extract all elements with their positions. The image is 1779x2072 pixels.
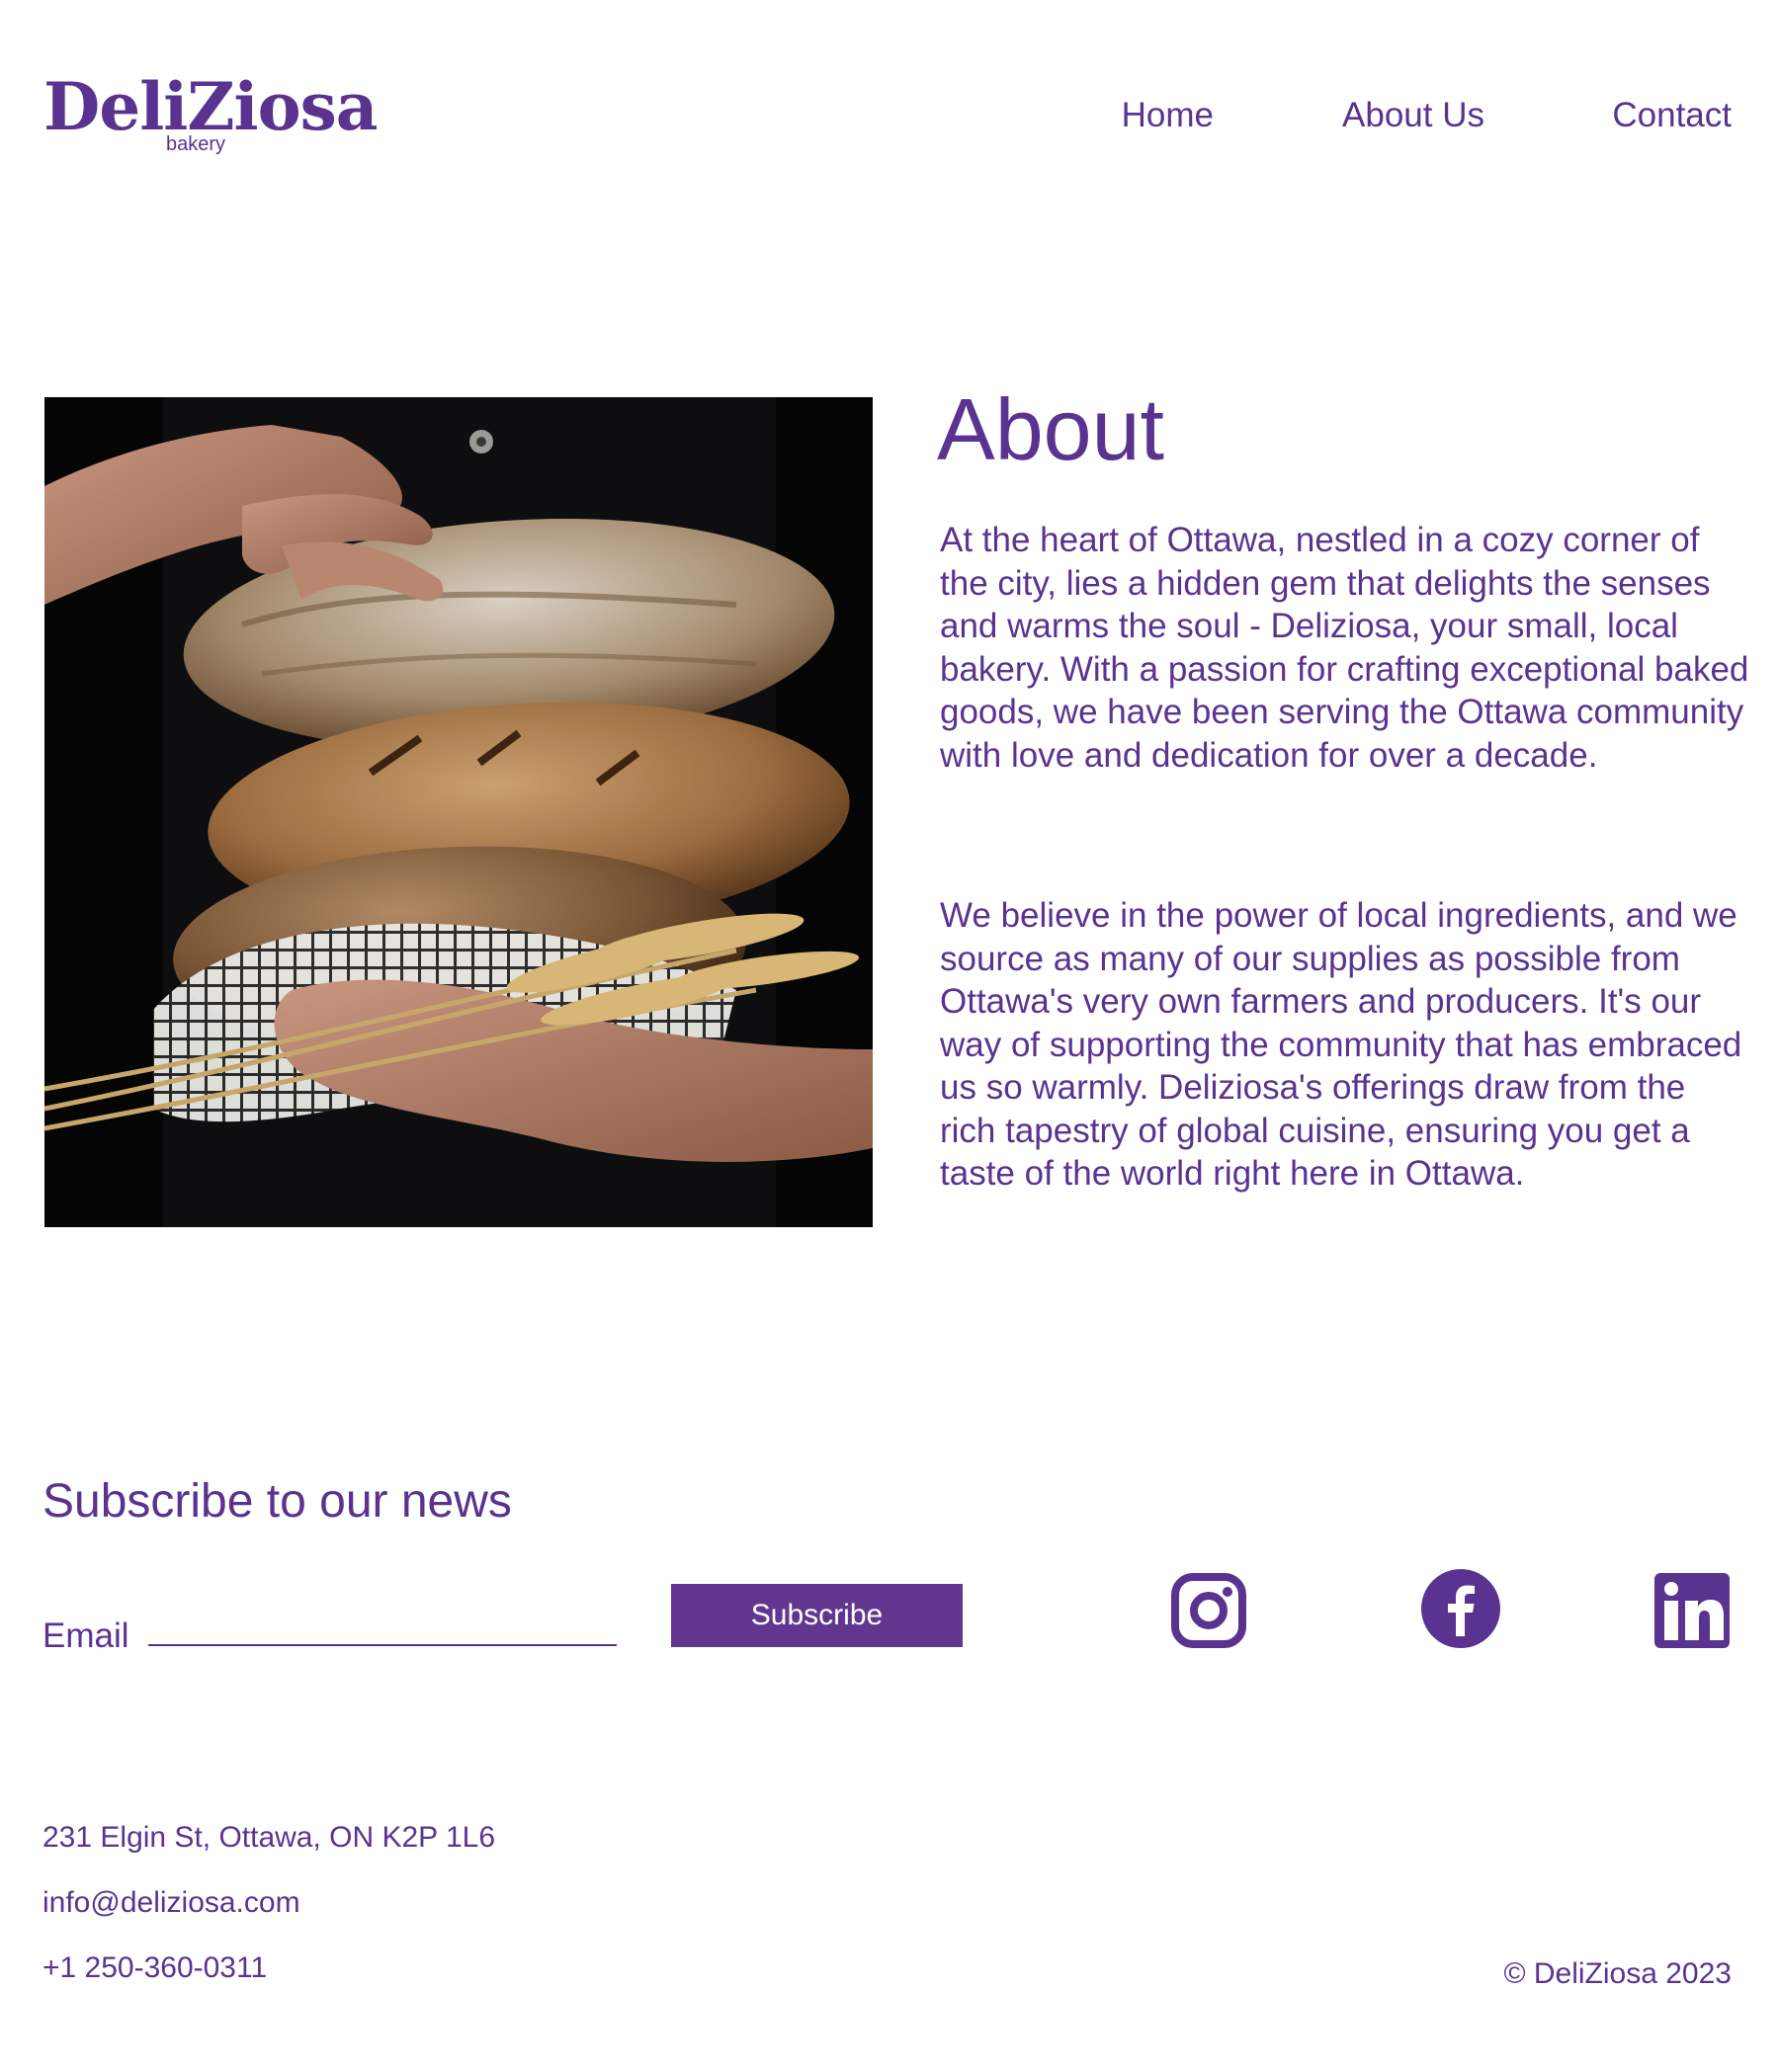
email-input[interactable] [148, 1601, 617, 1646]
subscribe-title: Subscribe to our news [42, 1475, 512, 1528]
about-title: About [937, 380, 1164, 478]
footer-email[interactable]: info@deliziosa.com [42, 1883, 300, 1923]
footer-phone[interactable]: +1 250-360-0311 [42, 1948, 267, 1988]
email-label: Email [42, 1616, 129, 1655]
facebook-icon[interactable] [1421, 1569, 1500, 1653]
subscribe-button[interactable]: Subscribe [671, 1584, 963, 1647]
about-paragraph-2: We believe in the power of local ingredi… [940, 896, 1742, 1193]
linkedin-icon[interactable] [1654, 1573, 1730, 1653]
copyright-text: © DeliZiosa 2023 [1503, 1957, 1732, 1990]
logo[interactable]: DeliZiosa bakery [43, 67, 379, 166]
logo-subtitle: bakery [165, 133, 226, 155]
nav-link-about-us[interactable]: About Us [1342, 91, 1484, 140]
about-paragraph-1: At the heart of Ottawa, nestled in a coz… [940, 521, 1749, 775]
bread-photo [44, 397, 873, 1227]
nav-link-home[interactable]: Home [1122, 91, 1214, 140]
nav-link-contact[interactable]: Contact [1612, 91, 1732, 140]
instagram-icon[interactable] [1171, 1573, 1246, 1653]
footer-address: 231 Elgin St, Ottawa, ON K2P 1L6 [42, 1821, 496, 1854]
